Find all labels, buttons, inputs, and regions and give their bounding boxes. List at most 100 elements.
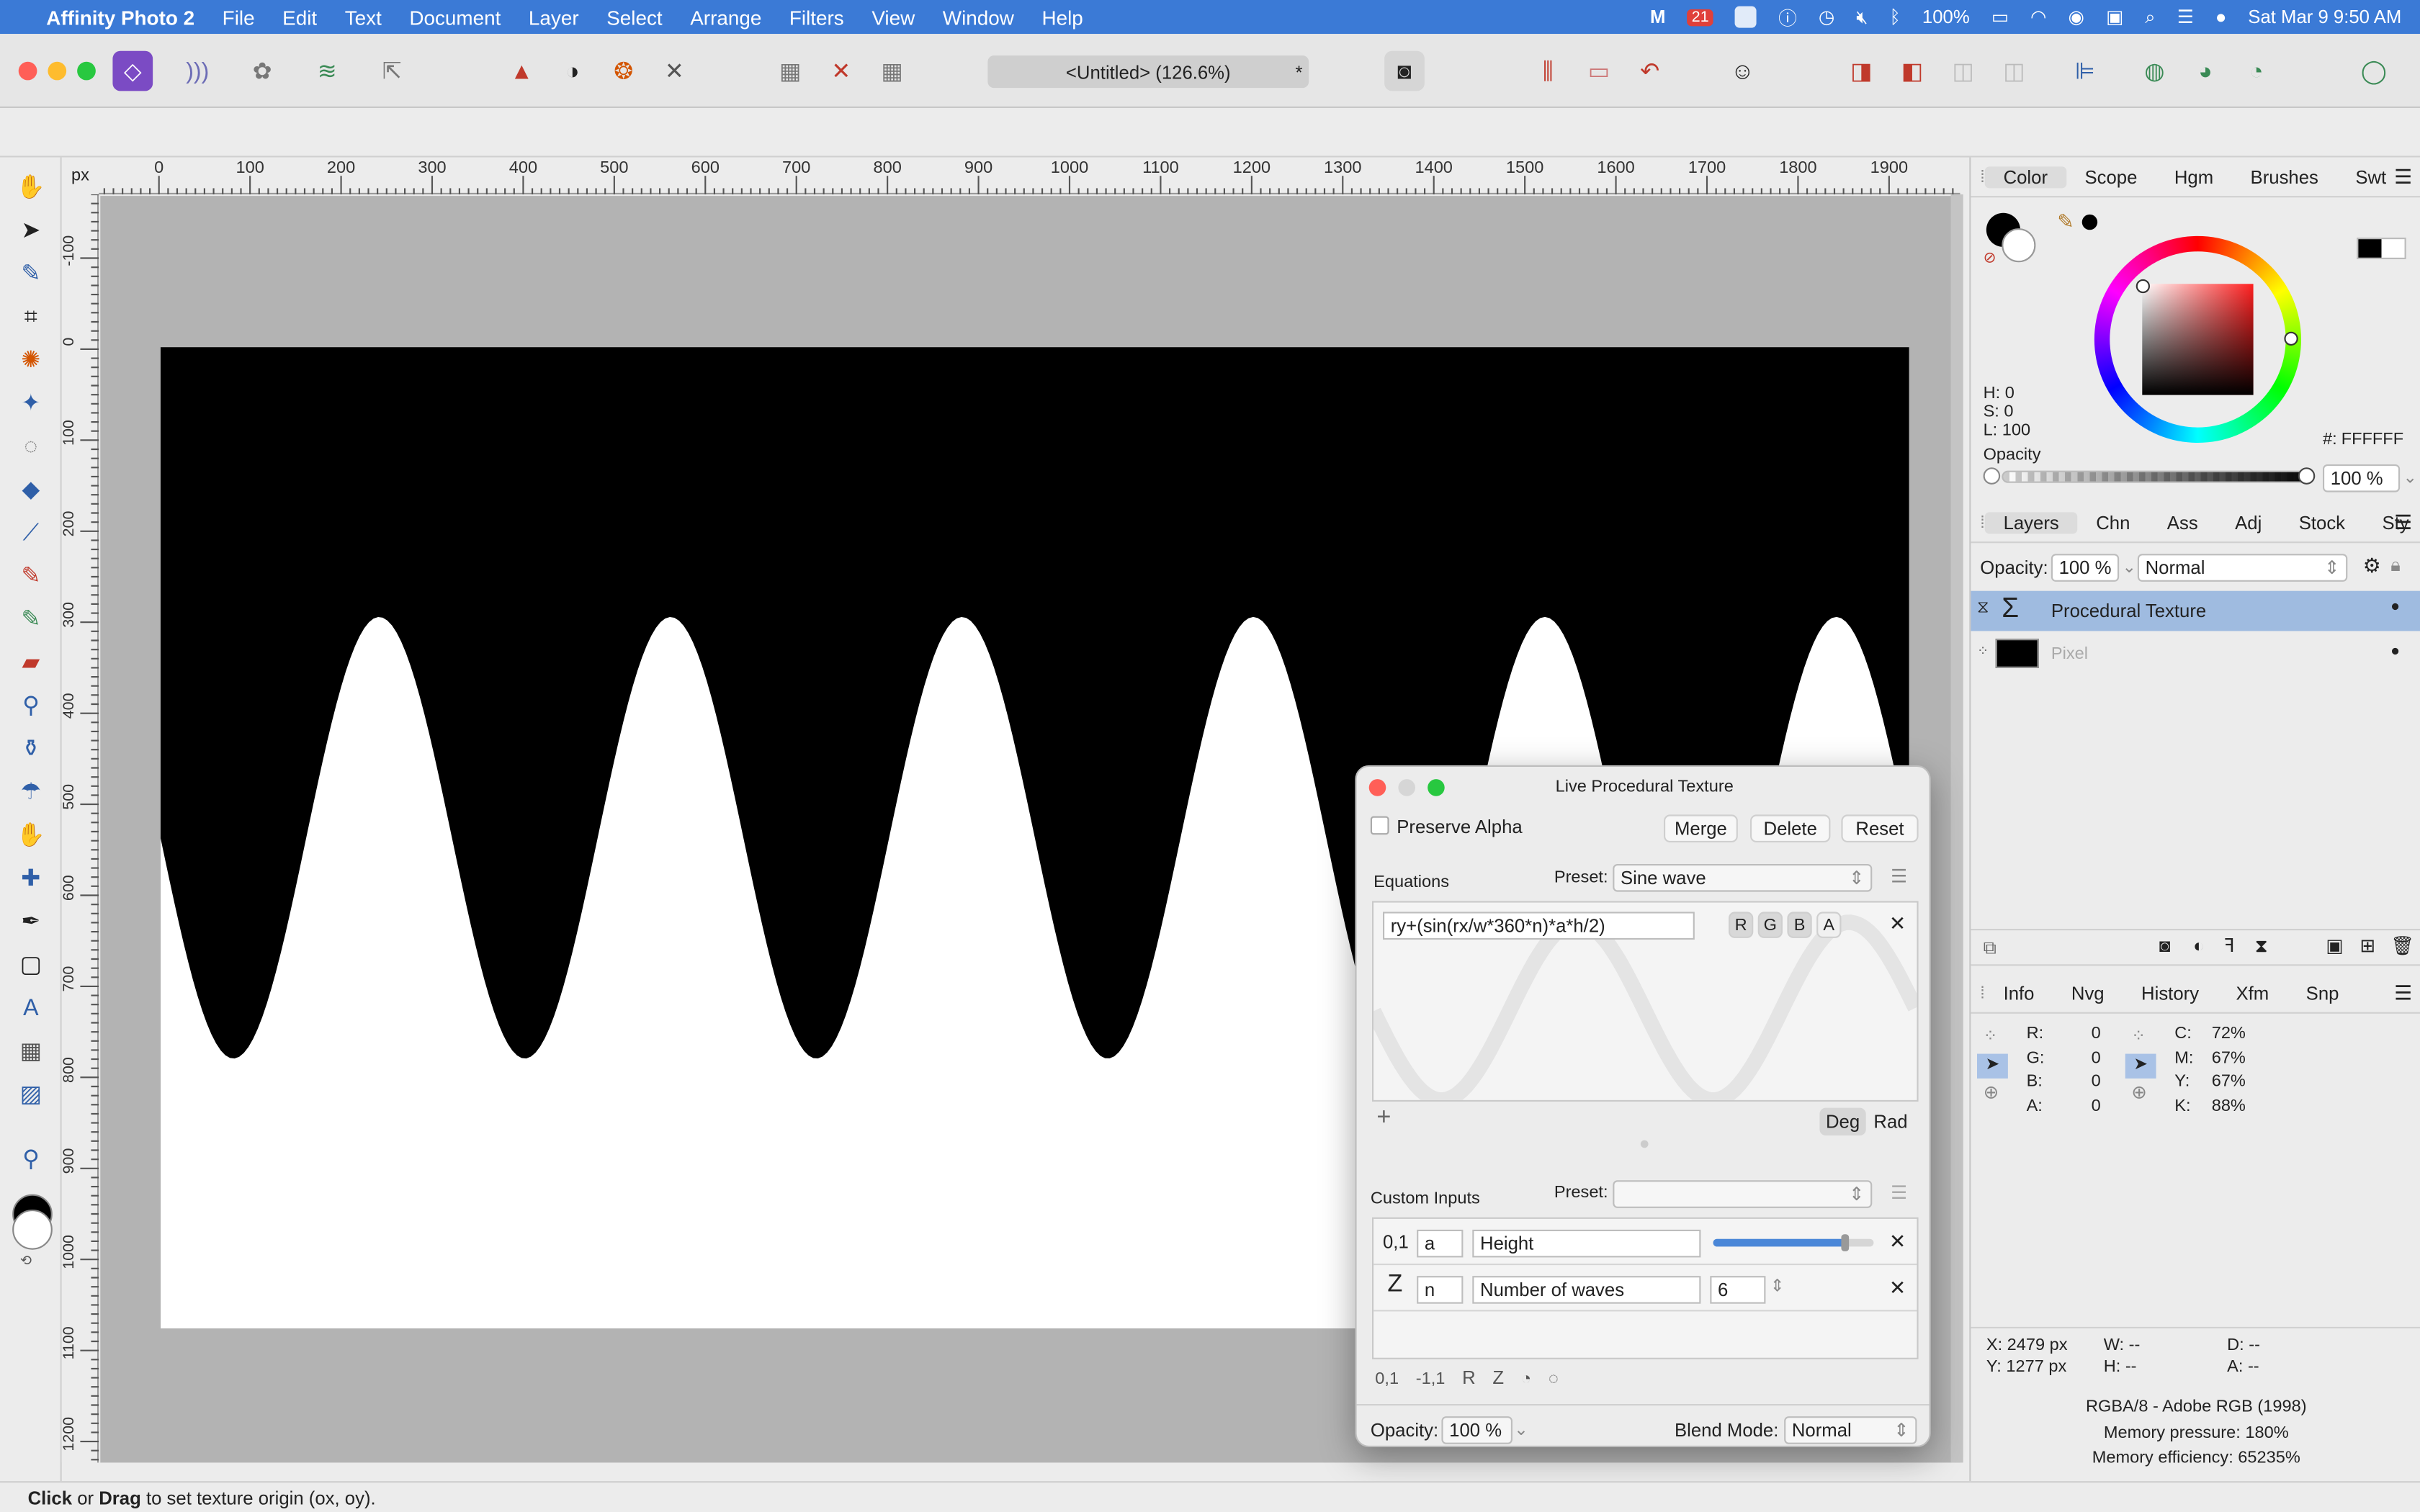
paint-brush-tool-icon[interactable]: ✎ — [14, 559, 48, 593]
clock-icon[interactable]: ◷ — [1819, 6, 1834, 28]
calendar-icon[interactable]: 21 — [1687, 8, 1714, 26]
mute-icon[interactable]: 🔇︎ — [1856, 6, 1868, 29]
delete-layer-icon[interactable]: 🗑︎ — [2390, 935, 2414, 957]
cloud-icon[interactable] — [1735, 6, 1757, 28]
menu-select[interactable]: Select — [606, 6, 662, 29]
info-sample-icon-2[interactable]: ⁘ — [2131, 1026, 2146, 1046]
battery-label[interactable]: 100% — [1922, 6, 1970, 28]
dialog-opacity-dropdown-icon[interactable]: ⌄ — [1514, 1419, 1528, 1440]
m-app-icon[interactable]: M — [1650, 6, 1665, 28]
input-name-number-of-waves[interactable]: Number of waves — [1472, 1276, 1701, 1304]
document-tab[interactable]: <Untitled> (126.6%) * — [987, 55, 1309, 89]
add-input-angle-icon[interactable]: ◌ — [1549, 1370, 1559, 1389]
menubar-datetime[interactable]: Sat Mar 9 9:50 AM — [2248, 6, 2401, 28]
tab-info[interactable]: Info — [1985, 982, 2053, 1004]
menu-layer[interactable]: Layer — [529, 6, 579, 29]
opacity-slider-handle[interactable] — [2298, 467, 2316, 485]
zoom-tool-icon[interactable]: ⚲ — [14, 1142, 48, 1176]
boolean-add-icon[interactable]: ◍ — [2135, 51, 2175, 91]
menu-document[interactable]: Document — [409, 6, 501, 29]
menu-app-name[interactable]: Affinity Photo 2 — [46, 6, 194, 29]
color-panel-menu-icon[interactable]: ☰ — [2394, 164, 2412, 189]
info-panel-menu-icon[interactable]: ☰ — [2394, 981, 2412, 1005]
layer-blend-mode-select[interactable]: Normal ⇕ — [2137, 554, 2348, 582]
display-icon[interactable]: ▣ — [2106, 6, 2123, 28]
adjustment-layer-icon[interactable]: ◐ — [2193, 935, 2205, 957]
assistant-icon[interactable]: ☺ — [1722, 51, 1762, 91]
layer-visibility-icon[interactable]: ● — [2390, 598, 2400, 616]
layer-row-procedural-texture[interactable]: ⧖ Σ Procedural Texture ● — [1971, 590, 2420, 631]
auto-contrast-icon[interactable]: ◑ — [552, 51, 593, 91]
layer-visibility-icon[interactable]: ● — [2390, 644, 2400, 661]
user-account-icon[interactable]: ◯ — [2354, 51, 2394, 91]
channel-b-button[interactable]: B — [1787, 912, 1812, 938]
align-icon[interactable]: ⫼ — [1528, 51, 1568, 91]
add-input-range-01[interactable]: 0,1 — [1375, 1370, 1399, 1389]
menu-edit[interactable]: Edit — [282, 6, 317, 29]
mesh-warp-tool-icon[interactable]: ▦ — [14, 1034, 48, 1068]
new-layer-icon[interactable]: ⊞ — [2360, 935, 2375, 957]
height-slider[interactable] — [1713, 1234, 1874, 1251]
swap-colors-icon[interactable]: ⟲ — [20, 1253, 32, 1270]
tab-scope[interactable]: Scope — [2066, 166, 2156, 187]
preserve-alpha-label[interactable]: Preserve Alpha — [1397, 816, 1522, 838]
black-white-toggle[interactable] — [2357, 238, 2406, 259]
hue-handle[interactable] — [2284, 331, 2298, 346]
info-icon[interactable]: ⓘ — [1778, 4, 1797, 30]
tone-mapping-persona-icon[interactable]: ≋ — [307, 51, 347, 91]
menu-window[interactable]: Window — [943, 6, 1014, 29]
height-slider-knob[interactable] — [1841, 1234, 1850, 1251]
merge-button[interactable]: Merge — [1664, 814, 1738, 842]
equations-list[interactable]: ry+(sin(rx/w*360*n)*a*h/2) R G B A ✕ — [1372, 901, 1919, 1102]
live-procedural-texture-dialog[interactable]: Live Procedural Texture Preserve Alpha M… — [1355, 765, 1931, 1447]
align-left-icon[interactable]: ⊫ — [2065, 51, 2105, 91]
selection-marquee-icon[interactable]: ▦ — [770, 51, 810, 91]
equations-preset-menu-icon[interactable]: ☰ — [1891, 865, 1907, 887]
color-triangle-square[interactable] — [2142, 284, 2254, 395]
fill-layer-icon[interactable]: ⧗ — [2255, 935, 2268, 958]
tab-layers[interactable]: Layers — [1984, 511, 2078, 534]
blur-tool-icon[interactable]: ☂ — [14, 775, 48, 809]
opacity-slider[interactable] — [2002, 470, 2314, 483]
opacity-dropdown-icon[interactable]: ⌄ — [2403, 467, 2417, 487]
arrange-front-icon[interactable]: ◨ — [1841, 51, 1881, 91]
tab-color[interactable]: Color — [1984, 166, 2066, 188]
waves-stepper-icon[interactable]: ⇕ — [1770, 1276, 1785, 1296]
input-name-height[interactable]: Height — [1472, 1229, 1701, 1258]
tab-snapshots[interactable]: Snp — [2287, 982, 2357, 1004]
flood-select-tool-icon[interactable]: ✦ — [14, 386, 48, 420]
gradient-tool-icon[interactable]: ⟋ — [14, 516, 48, 549]
layer-row-pixel[interactable]: ⁘ Pixel ● — [1971, 634, 2420, 675]
add-input-range-neg1-1[interactable]: -1,1 — [1416, 1370, 1446, 1389]
flood-fill-tool-icon[interactable]: ◆ — [14, 472, 48, 506]
tab-adjustments[interactable]: Adj — [2216, 511, 2280, 533]
reset-button[interactable]: Reset — [1841, 814, 1919, 842]
info-target-icon-2[interactable]: ⊕ — [2131, 1081, 2147, 1103]
hand-tool-icon[interactable]: ✋ — [14, 170, 48, 204]
tab-histogram[interactable]: Hgm — [2156, 166, 2232, 187]
place-image-tool-icon[interactable]: ▨ — [14, 1077, 48, 1111]
menu-filters[interactable]: Filters — [789, 6, 844, 29]
white-balance-icon[interactable]: ✕ — [655, 51, 695, 91]
new-group-icon[interactable]: ▣ — [2326, 935, 2343, 957]
bluetooth-icon[interactable]: ᛒ — [1889, 6, 1900, 28]
panel-picker-icon[interactable]: ✎ — [2057, 210, 2074, 234]
battery-icon[interactable]: ▭ — [1991, 6, 2009, 28]
mask-layer-icon[interactable]: ◙ — [2159, 935, 2171, 957]
input-variable-a[interactable]: a — [1417, 1229, 1464, 1258]
tab-stock[interactable]: Stock — [2280, 511, 2364, 533]
tab-assets[interactable]: Ass — [2148, 511, 2216, 533]
layer-expand-icon[interactable]: ⁘ — [1977, 644, 1989, 661]
equations-preset-select[interactable]: Sine wave ⇕ — [1613, 864, 1873, 892]
custom-inputs-preset-select[interactable]: ⇕ — [1613, 1180, 1873, 1208]
levels-icon[interactable]: ▲ — [501, 51, 542, 91]
boolean-intersect-icon[interactable]: ◔ — [2236, 51, 2277, 91]
color-balance-icon[interactable]: ❂ — [604, 51, 644, 91]
channel-a-button[interactable]: A — [1816, 912, 1842, 938]
minimize-window-button[interactable] — [48, 61, 67, 81]
sl-handle[interactable] — [2136, 279, 2150, 294]
arrange-forward-icon[interactable]: ◧ — [1892, 51, 1932, 91]
layer-copy-icon[interactable]: ⧉ — [1984, 937, 1996, 960]
splitter-dot[interactable] — [1640, 1140, 1649, 1148]
custom-inputs-menu-icon[interactable]: ☰ — [1891, 1182, 1907, 1203]
